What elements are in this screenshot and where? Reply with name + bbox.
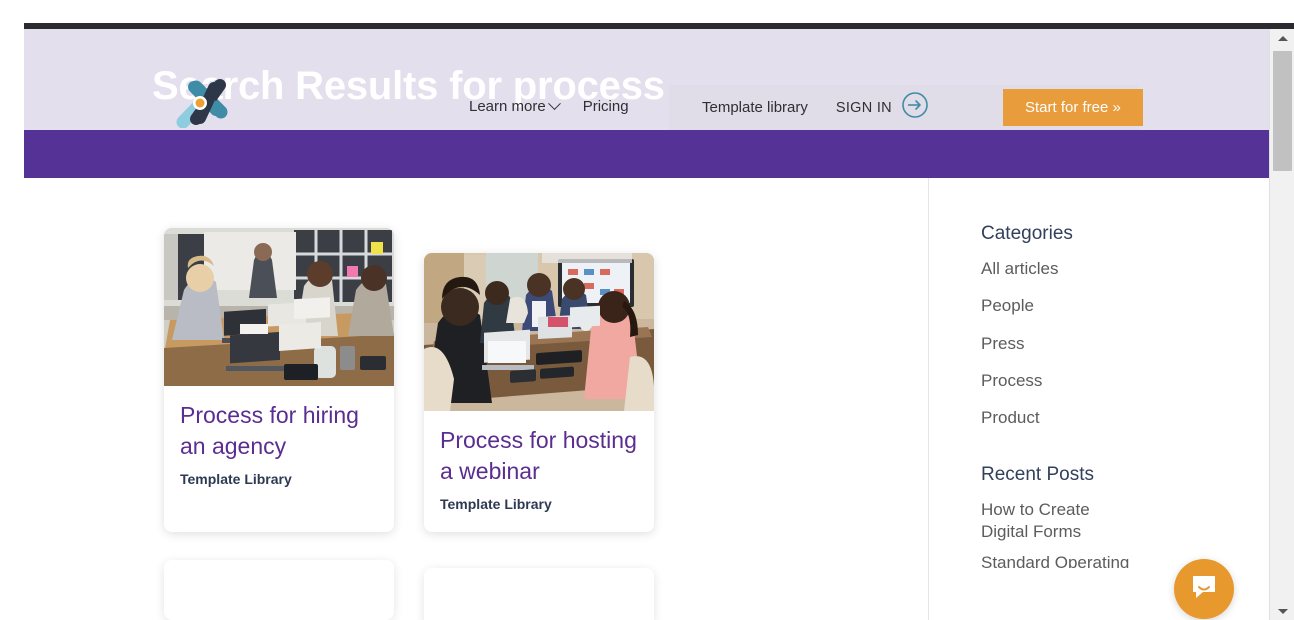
nav-item-pricing-label: Pricing [582,97,629,115]
sign-in-arrow-icon [901,91,929,124]
start-for-free-button[interactable]: Start for free » [1002,89,1143,126]
scrollbar-thumb[interactable] [1273,51,1292,171]
result-card-title[interactable]: Process for hosting a webinar [440,425,638,486]
search-results-grid: Process for hiring an agency Template Li… [164,228,684,533]
vertical-scrollbar[interactable] [1269,29,1294,620]
result-card-image [164,228,394,386]
sidebar-recent-post[interactable]: Standard Operating [981,552,1131,568]
browser-window: Search Results for process Learn more Pr… [0,0,1294,620]
result-card-tag: Template Library [180,471,292,488]
sidebar-item-product[interactable]: Product [981,407,1131,428]
chat-bubble-icon [1190,573,1218,606]
purple-accent-band [24,130,1269,178]
result-card[interactable] [164,560,394,620]
pipefy-x-logo[interactable] [176,78,230,129]
nav-item-learn-more-label: Learn more [469,97,546,115]
result-card-tag: Template Library [440,496,552,513]
result-card[interactable]: Process for hiring an agency Template Li… [164,228,394,533]
scroll-up-arrow-icon[interactable] [1270,29,1294,47]
sign-in-label: SIGN IN [835,99,892,116]
result-card[interactable]: Process for hosting a webinar Template L… [424,253,654,533]
page-viewport: Search Results for process Learn more Pr… [24,29,1269,620]
messenger-launcher[interactable] [1174,559,1234,619]
scroll-down-arrow-icon[interactable] [1270,602,1294,620]
chevron-down-icon [547,96,561,110]
result-card-body: Process for hiring an agency Template Li… [164,386,394,507]
sidebar-item-process[interactable]: Process [981,370,1131,391]
result-card-image [424,253,654,411]
sidebar-item-press[interactable]: Press [981,333,1131,354]
secondary-nav: Template library SIGN IN Start for free … [674,85,1143,130]
site-header: Search Results for process Learn more Pr… [24,29,1269,130]
search-results-next-row [164,560,684,620]
nav-item-pricing[interactable]: Pricing [583,98,629,115]
result-card[interactable] [424,568,654,620]
sidebar-item-people[interactable]: People [981,295,1131,316]
nav-item-template-library[interactable]: Template library [702,99,808,116]
result-card-title[interactable]: Process for hiring an agency [180,400,378,461]
primary-nav: Learn more Pricing [469,84,629,128]
content-area: Process for hiring an agency Template Li… [24,178,1269,620]
sidebar: Categories All articles People Press Pro… [928,178,1269,620]
nav-item-learn-more[interactable]: Learn more [469,96,561,115]
result-card-body: Process for hosting a webinar Template L… [424,411,654,532]
sidebar-item-all-articles[interactable]: All articles [981,258,1131,279]
sidebar-recent-posts-heading: Recent Posts [981,464,1094,486]
sign-in-link[interactable]: SIGN IN [836,91,929,124]
sidebar-recent-post[interactable]: How to Create Digital Forms [981,499,1131,542]
sidebar-categories-heading: Categories [981,223,1073,244]
